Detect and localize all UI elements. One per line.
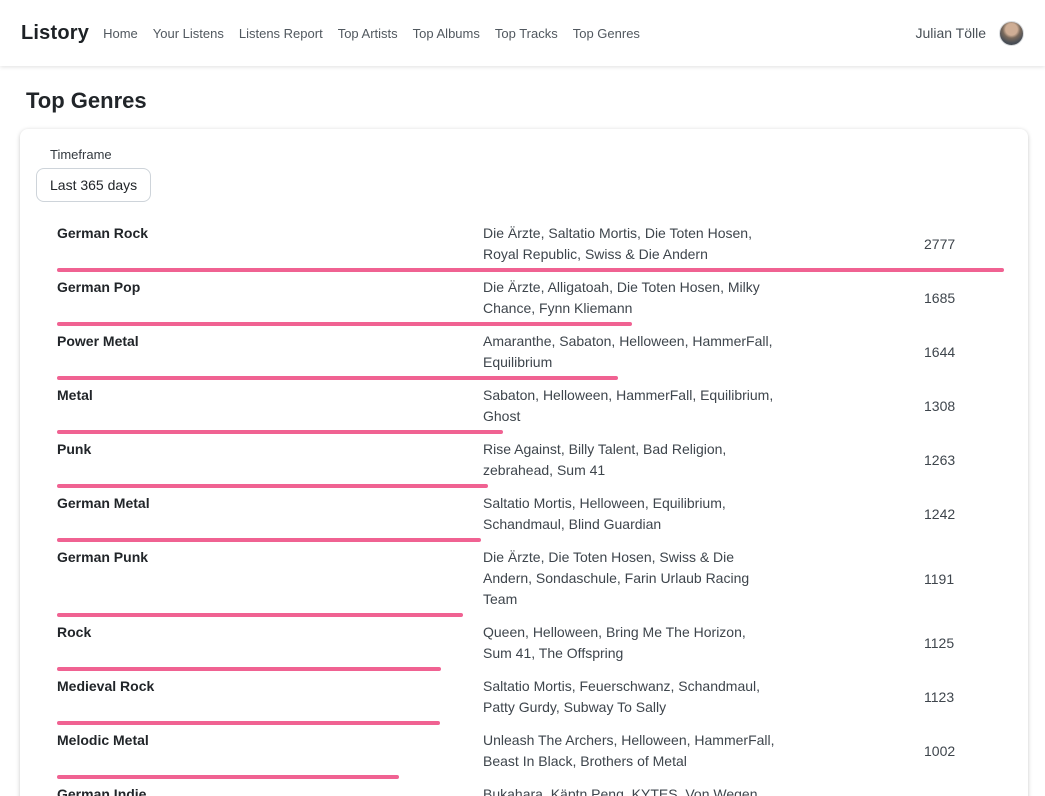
genre-bar-fill — [57, 721, 440, 725]
genre-name: German Indie — [57, 784, 483, 796]
nav-link-top-genres[interactable]: Top Genres — [573, 26, 640, 41]
genre-count: 1644 — [924, 344, 1004, 360]
genre-name: German Pop — [57, 277, 483, 298]
genre-artists: Sabaton, Helloween, HammerFall, Equilibr… — [483, 385, 775, 427]
genre-row: Rock Queen, Helloween, Bring Me The Hori… — [57, 617, 1004, 671]
genre-artists: Die Ärzte, Die Toten Hosen, Swiss & Die … — [483, 547, 775, 610]
genre-artists: Unleash The Archers, Helloween, HammerFa… — [483, 730, 775, 772]
genre-count: 2777 — [924, 236, 1004, 252]
genre-artists: Die Ärzte, Alligatoah, Die Toten Hosen, … — [483, 277, 775, 319]
genre-row: Power Metal Amaranthe, Sabaton, Hellowee… — [57, 326, 1004, 380]
genre-name: Power Metal — [57, 331, 483, 352]
genre-artists: Saltatio Mortis, Feuerschwanz, Schandmau… — [483, 676, 775, 718]
genre-count: 1242 — [924, 506, 1004, 522]
nav-link-listens-report[interactable]: Listens Report — [239, 26, 323, 41]
page-title: Top Genres — [26, 88, 1045, 114]
genre-artists: Rise Against, Billy Talent, Bad Religion… — [483, 439, 775, 481]
genre-count: 1308 — [924, 398, 1004, 414]
nav-link-your-listens[interactable]: Your Listens — [153, 26, 224, 41]
user-name: Julian Tölle — [915, 25, 986, 41]
genre-bar-fill — [57, 484, 488, 488]
nav-link-top-artists[interactable]: Top Artists — [338, 26, 398, 41]
genre-count: 1263 — [924, 452, 1004, 468]
brand-logo[interactable]: Listory — [21, 22, 89, 45]
genre-row: Melodic Metal Unleash The Archers, Hello… — [57, 725, 1004, 779]
user-avatar[interactable] — [999, 21, 1024, 46]
genre-bar — [57, 268, 1004, 272]
genre-row: Punk Rise Against, Billy Talent, Bad Rel… — [57, 434, 1004, 488]
genre-name: Metal — [57, 385, 483, 406]
genre-bar — [57, 376, 1004, 380]
genre-count: 1125 — [924, 635, 1004, 651]
genre-name: Rock — [57, 622, 483, 643]
timeframe-select[interactable]: Last 365 days — [36, 168, 151, 202]
genre-bar — [57, 322, 1004, 326]
genre-bar — [57, 484, 1004, 488]
genre-bar — [57, 538, 1004, 542]
genre-bar-fill — [57, 775, 399, 779]
genre-row: Medieval Rock Saltatio Mortis, Feuerschw… — [57, 671, 1004, 725]
genre-bar — [57, 430, 1004, 434]
nav-link-top-tracks[interactable]: Top Tracks — [495, 26, 558, 41]
genre-row: German Rock Die Ärzte, Saltatio Mortis, … — [57, 218, 1004, 272]
genre-bar — [57, 667, 1004, 671]
genre-count: 1002 — [924, 743, 1004, 759]
genre-artists: Bukahara, Käptn Peng, KYTES, Von Wegen L… — [483, 784, 775, 796]
navbar: Listory Home Your Listens Listens Report To… — [0, 0, 1045, 66]
genre-bar-fill — [57, 667, 441, 671]
genre-bar-fill — [57, 538, 481, 542]
genre-bar-fill — [57, 322, 632, 326]
genre-count: 1123 — [924, 689, 1004, 705]
genre-name: Medieval Rock — [57, 676, 483, 697]
genre-row: German Metal Saltatio Mortis, Helloween,… — [57, 488, 1004, 542]
genre-name: Melodic Metal — [57, 730, 483, 751]
genre-bar-fill — [57, 268, 1004, 272]
nav-link-top-albums[interactable]: Top Albums — [413, 26, 480, 41]
genre-bar-fill — [57, 430, 503, 434]
top-genres-card: Timeframe Last 365 days German Rock Die … — [20, 129, 1028, 796]
genre-row: Metal Sabaton, Helloween, HammerFall, Eq… — [57, 380, 1004, 434]
genre-artists: Saltatio Mortis, Helloween, Equilibrium,… — [483, 493, 775, 535]
timeframe-filter: Timeframe Last 365 days — [36, 147, 1012, 202]
genre-artists: Die Ärzte, Saltatio Mortis, Die Toten Ho… — [483, 223, 775, 265]
timeframe-label: Timeframe — [50, 147, 1012, 162]
genre-name: German Punk — [57, 547, 483, 568]
genre-bar — [57, 721, 1004, 725]
main-content: Top Genres Timeframe Last 365 days Germa… — [0, 88, 1045, 796]
nav-link-home[interactable]: Home — [103, 26, 138, 41]
genre-bar — [57, 775, 1004, 779]
genre-name: Punk — [57, 439, 483, 460]
genre-artists: Queen, Helloween, Bring Me The Horizon, … — [483, 622, 775, 664]
genre-row: German Indie Bukahara, Käptn Peng, KYTES… — [57, 779, 1004, 796]
genre-row: German Punk Die Ärzte, Die Toten Hosen, … — [57, 542, 1004, 617]
genre-artists: Amaranthe, Sabaton, Helloween, HammerFal… — [483, 331, 775, 373]
genres-table: German Rock Die Ärzte, Saltatio Mortis, … — [57, 218, 1004, 796]
genre-count: 1191 — [924, 571, 1004, 587]
main-nav: Home Your Listens Listens Report Top Artist… — [103, 26, 640, 41]
genre-name: German Metal — [57, 493, 483, 514]
genre-bar-fill — [57, 613, 463, 617]
genre-row: German Pop Die Ärzte, Alligatoah, Die To… — [57, 272, 1004, 326]
genre-bar-fill — [57, 376, 618, 380]
genre-bar — [57, 613, 1004, 617]
genre-name: German Rock — [57, 223, 483, 244]
user-menu[interactable]: Julian Tölle — [915, 21, 1024, 46]
genre-count: 1685 — [924, 290, 1004, 306]
